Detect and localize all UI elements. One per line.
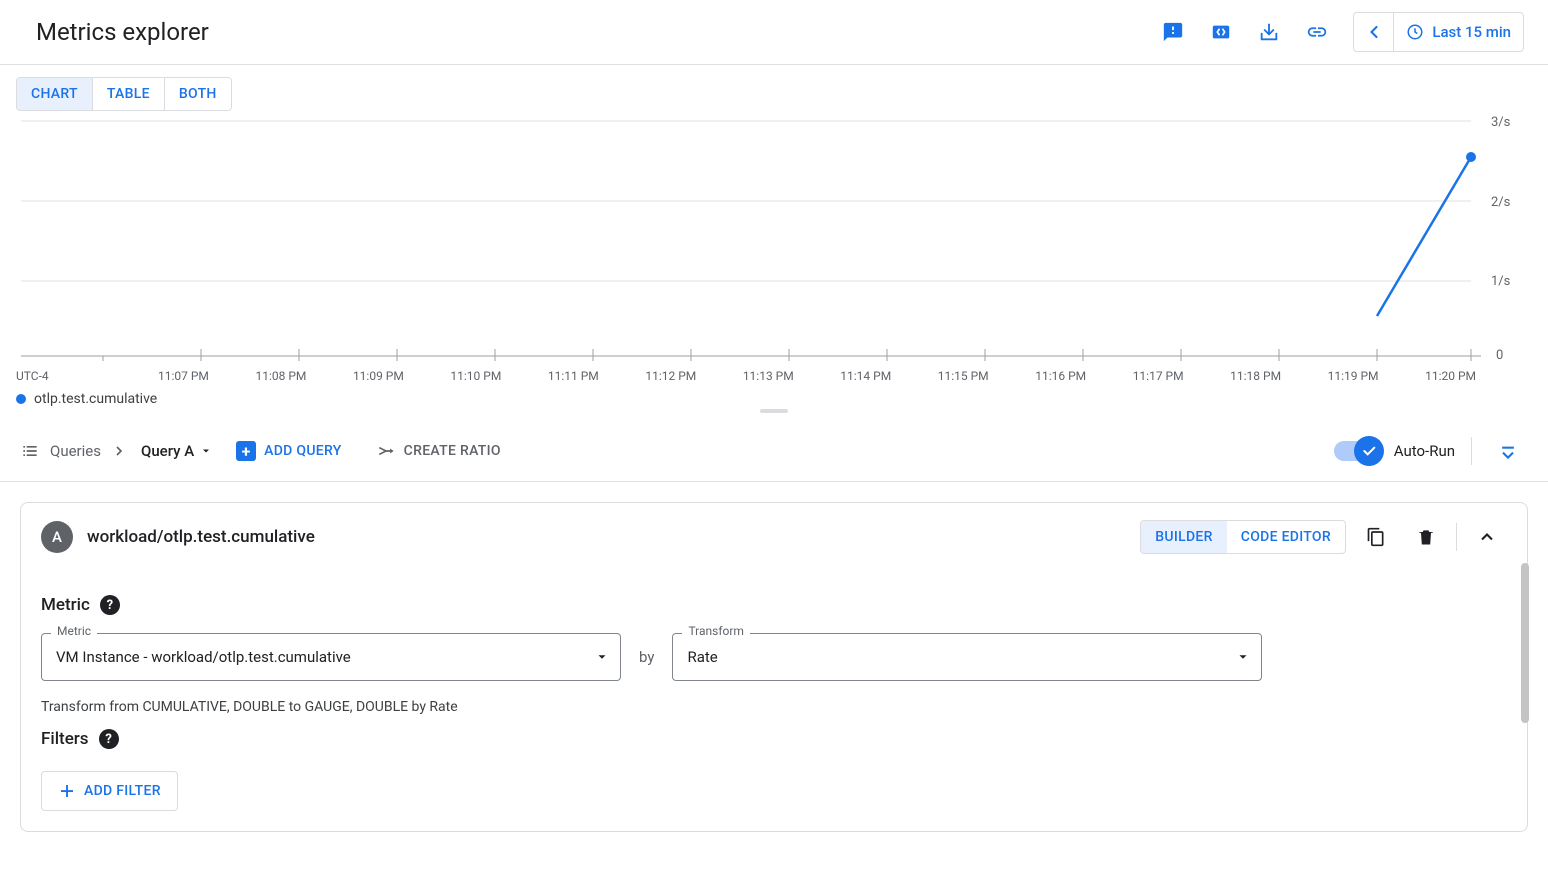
x-tick: 11:20 PM [1425, 369, 1476, 383]
time-prev-button[interactable] [1354, 13, 1394, 51]
filters-section-label: Filters [41, 729, 89, 749]
time-range-label: Last 15 min [1432, 23, 1511, 41]
add-filter-button[interactable]: ADD FILTER [41, 771, 178, 811]
query-title: workload/otlp.test.cumulative [87, 527, 315, 547]
y-tick: 2/s [1491, 195, 1511, 210]
caret-down-icon [595, 650, 609, 664]
x-tick: 11:18 PM [1230, 369, 1281, 383]
chart-svg: 3/s 2/s 1/s 0 [16, 101, 1536, 361]
x-tick: 11:08 PM [255, 369, 306, 383]
page-title: Metrics explorer [36, 18, 209, 46]
code-icon[interactable] [1201, 12, 1241, 52]
create-ratio-button[interactable]: CREATE RATIO [376, 441, 501, 461]
x-tick: 11:11 PM [548, 369, 599, 383]
metric-field-label: Metric [51, 624, 97, 638]
by-label: by [639, 648, 654, 666]
chart: 3/s 2/s 1/s 0 UTC-4 11:07 PM 11:08 PM 11… [16, 101, 1536, 401]
x-tick: 11:13 PM [743, 369, 794, 383]
add-query-button[interactable]: + ADD QUERY [236, 441, 342, 461]
x-tick: 11:09 PM [353, 369, 404, 383]
query-letter-badge: A [41, 521, 73, 553]
add-query-label: ADD QUERY [264, 443, 342, 459]
legend-label: otlp.test.cumulative [34, 391, 157, 407]
chart-timezone: UTC-4 [16, 369, 98, 383]
check-icon [1354, 436, 1384, 466]
query-selector-label: Query A [141, 442, 194, 460]
tab-builder[interactable]: BUILDER [1141, 521, 1227, 553]
scrollbar[interactable] [1521, 563, 1529, 723]
query-selector[interactable]: Query A [141, 442, 212, 460]
metric-select[interactable]: VM Instance - workload/otlp.test.cumulat… [41, 633, 621, 681]
collapse-icon[interactable] [1467, 517, 1507, 557]
link-icon[interactable] [1297, 12, 1337, 52]
editor-mode-tabs: BUILDER CODE EDITOR [1140, 520, 1346, 554]
x-tick: 11:12 PM [645, 369, 696, 383]
add-filter-label: ADD FILTER [84, 783, 161, 799]
download-icon[interactable] [1249, 12, 1289, 52]
header-actions: Last 15 min [1153, 12, 1524, 52]
list-icon [20, 441, 40, 461]
delete-icon[interactable] [1406, 517, 1446, 557]
x-tick: 11:10 PM [450, 369, 501, 383]
feedback-icon[interactable] [1153, 12, 1193, 52]
y-tick: 0 [1496, 348, 1503, 361]
metric-section-label: Metric [41, 595, 90, 615]
transform-field-label: Transform [682, 624, 750, 638]
x-tick: 11:16 PM [1035, 369, 1086, 383]
queries-label[interactable]: Queries [50, 442, 101, 460]
auto-run-label: Auto-Run [1394, 442, 1455, 460]
metric-value: VM Instance - workload/otlp.test.cumulat… [56, 648, 351, 666]
plus-icon: + [236, 441, 256, 461]
y-tick: 3/s [1491, 115, 1511, 130]
plus-icon [58, 782, 76, 800]
chevron-right-icon [111, 443, 127, 459]
help-icon[interactable]: ? [100, 595, 120, 615]
transform-hint: Transform from CUMULATIVE, DOUBLE to GAU… [41, 699, 1507, 715]
time-range-selector[interactable]: Last 15 min [1394, 23, 1523, 41]
help-icon[interactable]: ? [99, 729, 119, 749]
collapse-all-button[interactable] [1488, 431, 1528, 471]
x-tick: 11:15 PM [938, 369, 989, 383]
transform-select[interactable]: Rate [672, 633, 1262, 681]
transform-value: Rate [687, 648, 717, 666]
x-tick: 11:17 PM [1133, 369, 1184, 383]
query-panel: A workload/otlp.test.cumulative BUILDER … [20, 502, 1528, 832]
auto-run-toggle[interactable] [1334, 441, 1378, 461]
merge-icon [376, 441, 396, 461]
create-ratio-label: CREATE RATIO [404, 443, 501, 459]
legend-color-dot [16, 394, 26, 404]
caret-down-icon [200, 445, 212, 457]
copy-icon[interactable] [1356, 517, 1396, 557]
y-tick: 1/s [1491, 274, 1511, 289]
x-tick: 11:14 PM [840, 369, 891, 383]
chart-legend: otlp.test.cumulative [16, 391, 1536, 407]
caret-down-icon [1236, 650, 1250, 664]
tab-code-editor[interactable]: CODE EDITOR [1227, 521, 1345, 553]
x-tick: 11:19 PM [1328, 369, 1379, 383]
x-tick: 11:07 PM [158, 369, 209, 383]
